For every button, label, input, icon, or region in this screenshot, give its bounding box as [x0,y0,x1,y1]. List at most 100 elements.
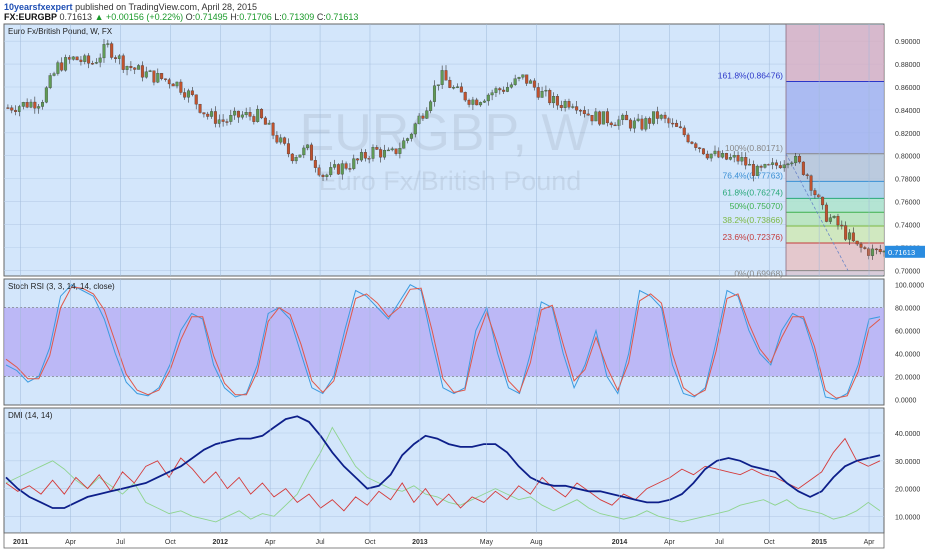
candle-body[interactable] [505,87,509,92]
candle-body[interactable] [717,150,721,158]
candle-body[interactable] [471,99,475,105]
candle-body[interactable] [732,155,736,158]
candle-body[interactable] [659,114,663,119]
candle-body[interactable] [517,77,521,79]
candle-body[interactable] [413,123,417,135]
candle-body[interactable] [713,150,717,155]
candle-body[interactable] [748,164,752,166]
candle-body[interactable] [559,105,563,108]
candle-body[interactable] [163,78,167,80]
candle-body[interactable] [671,122,675,125]
candle-body[interactable] [21,102,25,107]
candle-body[interactable] [432,85,436,102]
candle-body[interactable] [874,248,878,251]
candle-body[interactable] [844,225,848,240]
candle-body[interactable] [56,62,60,74]
candle-body[interactable] [809,175,813,191]
candle-body[interactable] [129,66,133,68]
candle-body[interactable] [90,63,94,65]
price-pane[interactable]: 0.90000 0.88000 0.86000 0.84000 0.82000 0.800… [3,23,925,279]
candle-body[interactable] [133,67,137,70]
candle-body[interactable] [29,101,33,108]
candle-body[interactable] [363,152,367,159]
candle-body[interactable] [37,106,41,109]
candle-body[interactable] [356,158,360,161]
candle-body[interactable] [767,164,771,166]
candle-body[interactable] [302,147,306,156]
candle-body[interactable] [102,44,106,59]
candle-body[interactable] [221,119,225,122]
candle-body[interactable] [640,118,644,130]
candle-body[interactable] [183,92,187,98]
candle-body[interactable] [740,157,744,162]
candle-body[interactable] [694,143,698,148]
candle-body[interactable] [871,248,875,256]
candle-body[interactable] [878,249,882,253]
candle-body[interactable] [386,149,390,152]
candle-body[interactable] [594,111,598,122]
candle-body[interactable] [821,196,825,206]
candle-body[interactable] [194,94,198,105]
candle-body[interactable] [33,101,37,109]
candle-body[interactable] [598,111,602,125]
candle-body[interactable] [782,164,786,169]
candle-body[interactable] [271,122,275,136]
candle-body[interactable] [663,114,667,119]
candle-body[interactable] [25,102,29,108]
candle-body[interactable] [728,157,732,160]
candle-body[interactable] [263,117,267,125]
candle-body[interactable] [44,87,48,103]
candle-body[interactable] [379,149,383,158]
candle-body[interactable] [156,73,160,83]
candle-body[interactable] [206,113,210,117]
candle-body[interactable] [602,111,606,125]
candle-body[interactable] [725,153,729,160]
candle-body[interactable] [94,62,98,64]
candle-body[interactable] [652,111,656,124]
candle-body[interactable] [744,157,748,166]
candle-body[interactable] [502,89,506,92]
candle-body[interactable] [525,74,529,84]
candle-body[interactable] [705,153,709,159]
candle-body[interactable] [325,174,329,177]
candle-body[interactable] [409,133,413,139]
candle-body[interactable] [152,70,156,83]
candle-body[interactable] [813,190,817,196]
candle-body[interactable] [310,144,313,161]
candle-body[interactable] [148,70,152,72]
candle-body[interactable] [406,138,410,141]
candle-body[interactable] [352,158,356,169]
candle-body[interactable] [867,248,871,256]
candle-body[interactable] [306,144,310,149]
candle-body[interactable] [421,115,425,119]
candle-body[interactable] [628,119,632,129]
candle-body[interactable] [244,112,248,116]
candle-body[interactable] [625,114,629,121]
candle-body[interactable] [252,116,256,122]
candle-body[interactable] [771,162,775,165]
candle-body[interactable] [682,127,686,136]
candle-body[interactable] [459,86,463,93]
candle-body[interactable] [256,108,260,122]
candle-body[interactable] [636,118,640,121]
candle-body[interactable] [832,216,836,218]
candle-body[interactable] [540,90,544,98]
candle-body[interactable] [548,89,552,104]
candle-body[interactable] [801,161,805,175]
candle-body[interactable] [482,100,486,103]
candle-body[interactable] [836,216,840,226]
candle-body[interactable] [313,160,317,168]
candle-body[interactable] [448,80,452,88]
candle-body[interactable] [751,164,755,176]
candle-body[interactable] [283,137,287,144]
candle-body[interactable] [486,94,490,102]
candle-body[interactable] [436,84,440,86]
candle-body[interactable] [529,80,533,84]
candle-body[interactable] [698,147,702,149]
candle-body[interactable] [260,108,264,119]
candle-body[interactable] [110,43,114,58]
candle-body[interactable] [440,70,444,85]
dmi-pane[interactable]: 40.0000 30.0000 20.0000 10.0000 DMI (14, 14) [3,407,920,534]
candle-body[interactable] [140,65,144,78]
candle-body[interactable] [348,168,352,170]
